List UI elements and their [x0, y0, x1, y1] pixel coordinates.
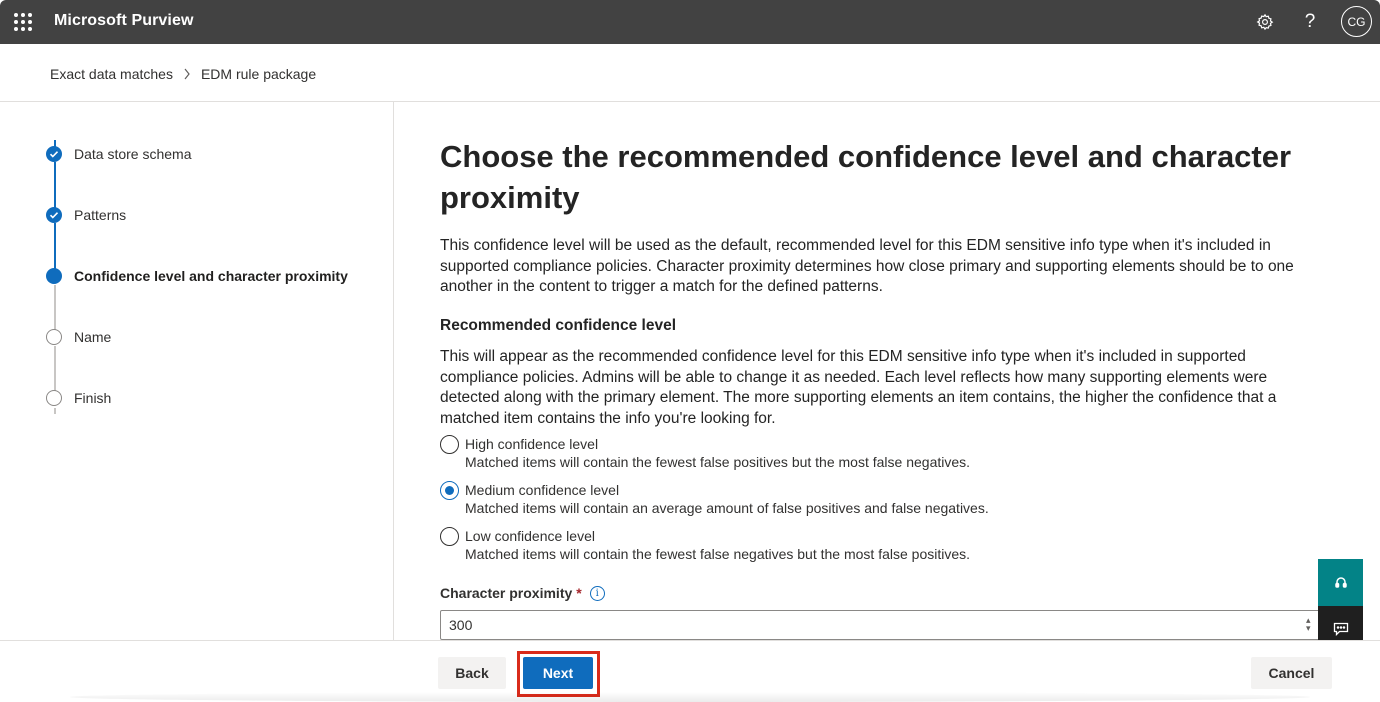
radio-description: Matched items will contain an average am… [465, 500, 989, 516]
app-title[interactable]: Microsoft Purview [54, 12, 194, 30]
back-button[interactable]: Back [438, 657, 506, 689]
field-label-text: Character proximity [440, 585, 573, 601]
step-label: Data store schema [74, 146, 192, 162]
help-icon[interactable]: ? [1296, 8, 1324, 36]
confidence-heading: Recommended confidence level [440, 317, 677, 334]
checkmark-icon [46, 146, 62, 162]
checkmark-icon [46, 207, 62, 223]
breadcrumb-bar: Exact data matches EDM rule package [0, 44, 1380, 102]
radio-low-confidence[interactable]: Low confidence level Matched items will … [440, 527, 970, 563]
step-label: Patterns [74, 207, 127, 223]
info-icon[interactable]: i [589, 585, 605, 601]
window-shadow [70, 692, 1310, 702]
current-step-icon [46, 268, 62, 284]
step-connector [54, 346, 56, 396]
character-proximity-label: Character proximity * i [440, 585, 605, 601]
spinner-arrows-icon[interactable]: ▴ ▾ [1306, 616, 1311, 633]
step-confidence-level[interactable]: Confidence level and character proximity [46, 268, 348, 284]
radio-high-confidence[interactable]: High confidence level Matched items will… [440, 435, 970, 471]
cancel-button[interactable]: Cancel [1251, 657, 1332, 689]
radio-button[interactable] [440, 527, 459, 546]
gear-icon[interactable] [1251, 8, 1279, 36]
confidence-description: This will appear as the recommended conf… [440, 348, 1277, 427]
radio-button[interactable] [440, 481, 459, 500]
empty-circle-icon [46, 329, 62, 345]
wizard-stepper: Data store schema Patterns Confidence le… [0, 102, 394, 640]
empty-circle-icon [46, 390, 62, 406]
step-patterns[interactable]: Patterns [46, 207, 126, 223]
radio-description: Matched items will contain the fewest fa… [465, 546, 971, 562]
step-label: Name [74, 329, 112, 345]
chevron-right-icon [183, 68, 191, 80]
step-name[interactable]: Name [46, 329, 111, 345]
radio-label: Low confidence level [465, 528, 595, 544]
character-proximity-input[interactable] [440, 610, 1325, 640]
page-title: Choose the recommended confidence level … [440, 139, 1292, 215]
headset-support-icon[interactable] [1318, 559, 1363, 606]
step-label: Finish [74, 390, 112, 406]
step-connector [54, 223, 56, 273]
step-finish[interactable]: Finish [46, 390, 111, 406]
waffle-icon[interactable] [14, 13, 32, 31]
step-connector [54, 162, 56, 211]
main-content: Choose the recommended confidence level … [395, 102, 1380, 640]
breadcrumb-item-edm-rule-package: EDM rule package [200, 66, 317, 82]
breadcrumb-item-exact-data-matches[interactable]: Exact data matches [50, 66, 173, 82]
step-connector [54, 285, 56, 334]
radio-medium-confidence[interactable]: Medium confidence level Matched items wi… [440, 481, 989, 517]
next-button[interactable]: Next [523, 657, 593, 689]
radio-button[interactable] [440, 435, 459, 454]
required-mark: * [576, 585, 582, 601]
page-description: This confidence level will be used as th… [440, 237, 1294, 295]
step-data-store-schema[interactable]: Data store schema [46, 146, 192, 162]
step-connector [54, 408, 56, 414]
step-label: Confidence level and character proximity [74, 268, 348, 284]
radio-label: Medium confidence level [465, 482, 620, 498]
top-bar: Microsoft Purview ? CG [0, 0, 1380, 44]
radio-label: High confidence level [465, 436, 599, 452]
radio-description: Matched items will contain the fewest fa… [465, 454, 971, 470]
breadcrumb: Exact data matches EDM rule package [50, 66, 316, 82]
avatar[interactable]: CG [1341, 6, 1372, 37]
